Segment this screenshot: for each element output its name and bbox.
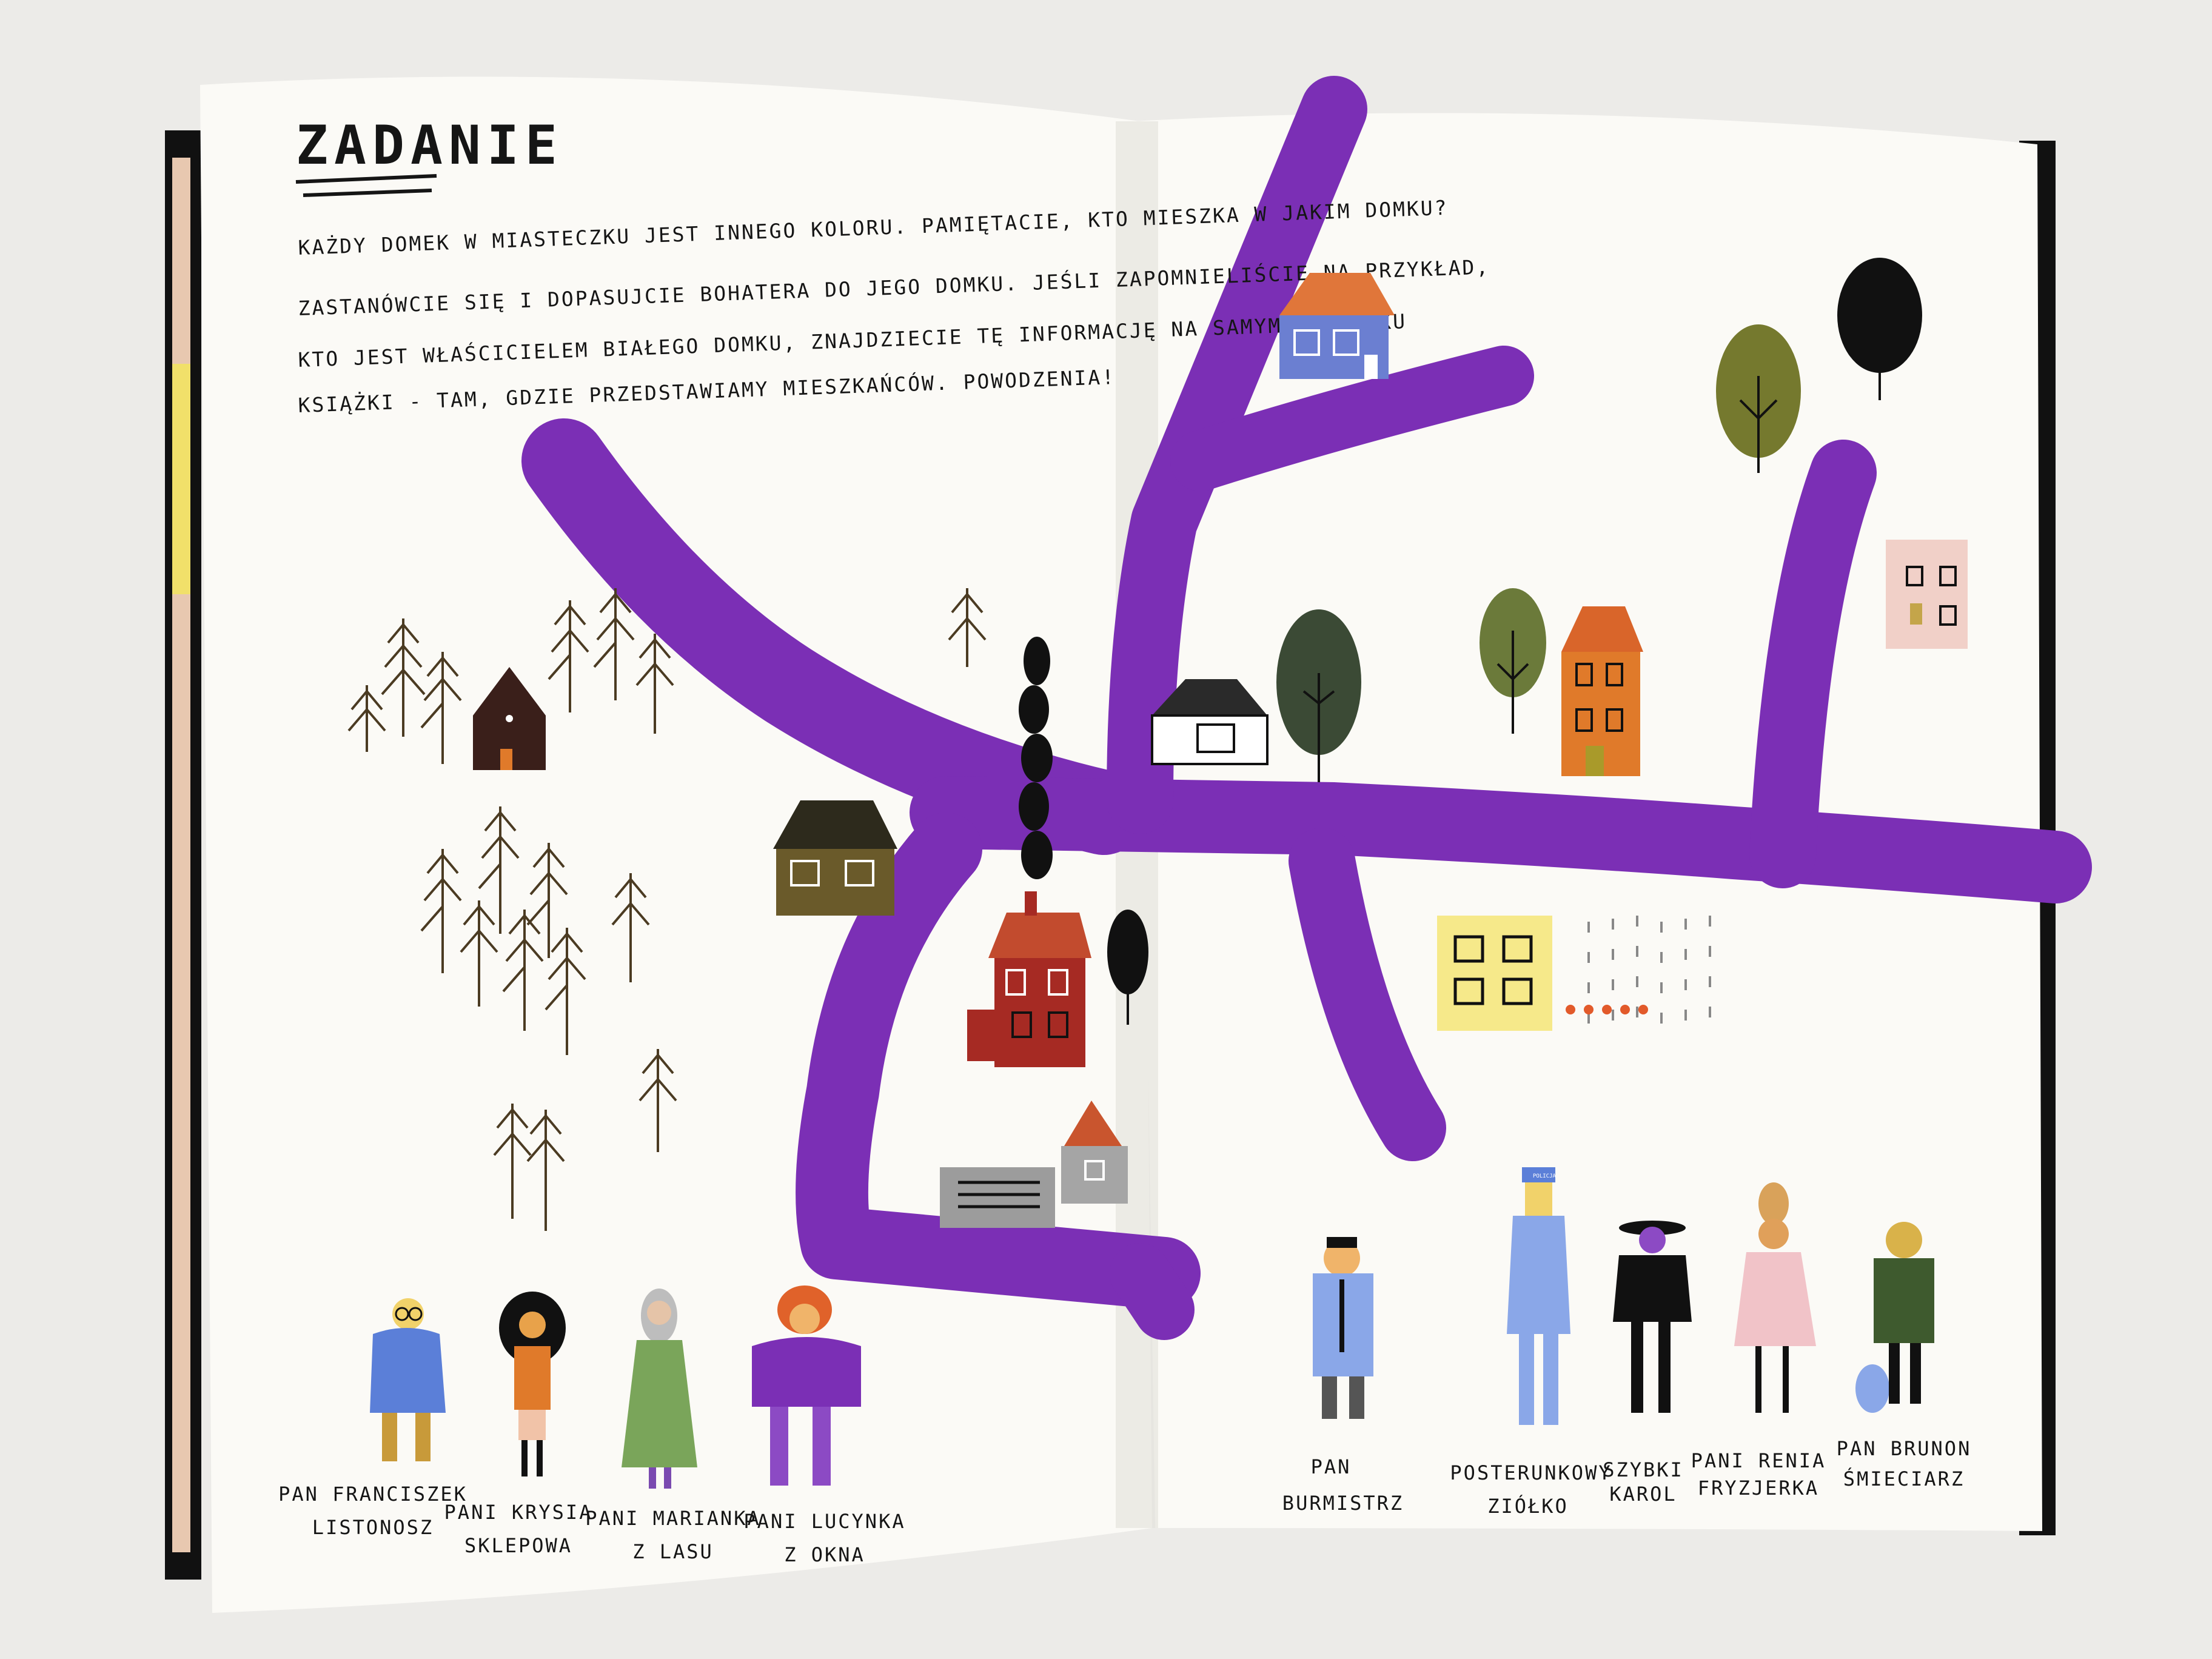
house-yellow	[1437, 916, 1552, 1031]
svg-text:ŚMIECIARZ: ŚMIECIARZ	[1843, 1467, 1965, 1490]
svg-text:PAN: PAN	[1311, 1455, 1352, 1478]
svg-text:BURMISTRZ: BURMISTRZ	[1282, 1492, 1404, 1515]
svg-text:POSTERUNKOWY: POSTERUNKOWY	[1450, 1461, 1612, 1484]
svg-text:Z OKNA: Z OKNA	[784, 1543, 865, 1566]
house-pink	[1886, 540, 1968, 649]
svg-text:PANI LUCYNKA: PANI LUCYNKA	[743, 1510, 905, 1533]
svg-text:FRYZJERKA: FRYZJERKA	[1698, 1476, 1819, 1500]
book-cover-stripe-yellow	[172, 364, 190, 594]
road-bottom-stub	[1110, 1243, 1195, 1340]
svg-text:PAN BRUNON: PAN BRUNON	[1837, 1437, 1972, 1460]
svg-text:PAN FRANCISZEK: PAN FRANCISZEK	[278, 1483, 468, 1506]
police-cap-badge: POLICJA	[1533, 1173, 1557, 1179]
house-orange	[1561, 606, 1643, 776]
book-photo: ZADANIE KAŻDY DOMEK W MIASTECZKU JEST IN…	[165, 76, 2092, 1613]
svg-text:ZIÓŁKO: ZIÓŁKO	[1487, 1494, 1569, 1518]
svg-text:PANI KRYSIA: PANI KRYSIA	[444, 1501, 593, 1524]
svg-text:KAROL: KAROL	[1609, 1483, 1677, 1506]
svg-text:LISTONOSZ: LISTONOSZ	[312, 1516, 434, 1539]
svg-text:Z LASU: Z LASU	[632, 1540, 714, 1563]
svg-text:SZYBKI: SZYBKI	[1603, 1458, 1684, 1481]
svg-text:PANI MARIANKA: PANI MARIANKA	[585, 1507, 760, 1530]
page-title: ZADANIE	[296, 114, 563, 176]
svg-text:PANI RENIA: PANI RENIA	[1691, 1449, 1826, 1472]
svg-text:SKLEPOWA: SKLEPOWA	[464, 1534, 572, 1557]
house-olive	[773, 800, 897, 916]
